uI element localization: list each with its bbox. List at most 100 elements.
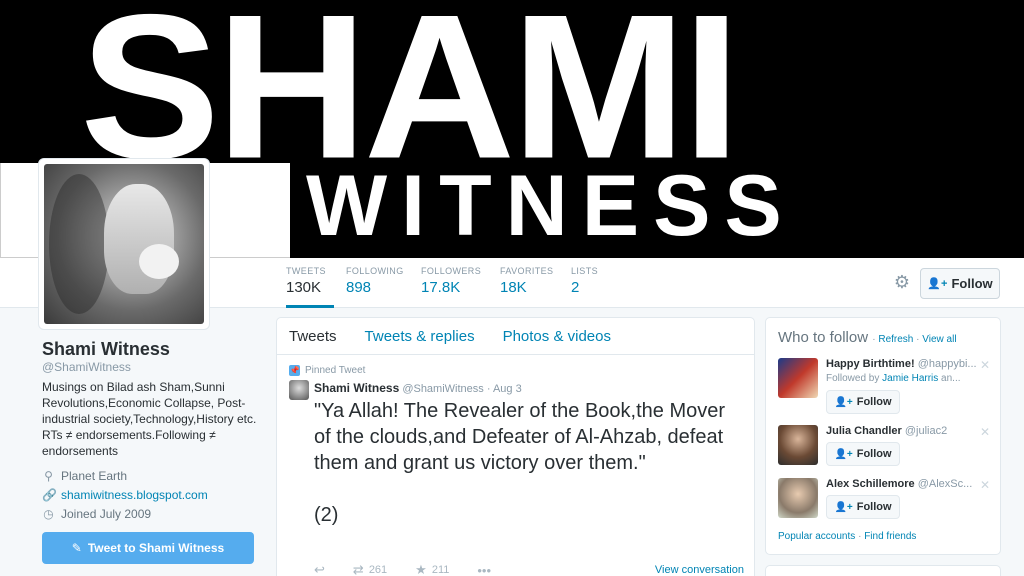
who-to-follow-title: Who to follow xyxy=(778,329,869,346)
stat-label: LISTS xyxy=(571,266,599,276)
tweet-author[interactable]: Shami Witness xyxy=(314,381,399,395)
tab-tweets[interactable]: Tweets xyxy=(289,328,337,345)
followed-by-text: Followed by Jamie Harris an... xyxy=(826,373,976,384)
suggestion-item: Alex Schillemore @AlexSc... ✕ 👤+ Follow xyxy=(778,478,993,530)
profile-handle[interactable]: @ShamiWitness xyxy=(42,360,131,374)
star-icon: ★ xyxy=(415,562,427,576)
profile-name[interactable]: Shami Witness xyxy=(42,339,170,360)
tweet-separator: · xyxy=(486,383,491,395)
separator: · xyxy=(858,531,862,542)
retweet-action[interactable]: ⇄ 261 xyxy=(353,562,387,576)
suggestion-avatar[interactable] xyxy=(778,425,818,465)
more-action[interactable]: ••• xyxy=(477,563,491,576)
gear-icon[interactable]: ⚙ xyxy=(893,273,911,291)
suggestion-name: Alex Schillemore xyxy=(826,478,915,490)
followed-by-suffix: an... xyxy=(941,373,961,384)
profile-website: 🔗 shamiwitness.blogspot.com xyxy=(42,488,208,502)
who-to-follow-header: Who to follow · Refresh · View all xyxy=(778,329,957,346)
profile-location: ⚲ Planet Earth xyxy=(42,469,127,483)
avatar-beard-shape xyxy=(139,244,179,279)
stat-value: 898 xyxy=(346,279,372,296)
suggestion-handle: @juliac2 xyxy=(904,425,948,437)
stat-value: 17.8K xyxy=(421,279,461,296)
pinned-text: Pinned Tweet xyxy=(305,365,366,376)
follow-button[interactable]: 👤+ Follow xyxy=(826,390,900,414)
favorite-count: 211 xyxy=(431,564,450,576)
suggestion-handle: @happybi... xyxy=(917,358,976,370)
reply-action[interactable]: ↩ xyxy=(314,562,325,576)
tweet-handle[interactable]: @ShamiWitness xyxy=(402,383,483,395)
close-icon[interactable]: ✕ xyxy=(980,358,990,372)
stat-label: FOLLOWERS xyxy=(421,266,482,276)
timeline: Tweets Tweets & replies Photos & videos … xyxy=(276,317,755,576)
suggestion-name-row[interactable]: Alex Schillemore @AlexSc... xyxy=(826,478,976,490)
suggestion-avatar[interactable] xyxy=(778,478,818,518)
stat-following[interactable]: FOLLOWING 898 xyxy=(346,266,404,308)
close-icon[interactable]: ✕ xyxy=(980,425,990,439)
profile-joined: ◷ Joined July 2009 xyxy=(42,507,151,521)
view-conversation-link[interactable]: View conversation xyxy=(655,564,744,576)
stat-followers[interactable]: FOLLOWERS 17.8K xyxy=(421,266,481,308)
link-icon: 🔗 xyxy=(42,488,57,502)
favorite-action[interactable]: ★ 211 xyxy=(415,562,449,576)
stat-favorites[interactable]: FAVORITES 18K xyxy=(500,266,553,308)
pin-icon: 📌 xyxy=(289,365,300,376)
profile-avatar[interactable] xyxy=(38,158,210,330)
stat-tweets[interactable]: TWEETS 130K xyxy=(286,266,334,308)
tweet-date[interactable]: Aug 3 xyxy=(493,383,522,395)
stat-value: 18K xyxy=(500,279,527,296)
tweet-to-label: Tweet to Shami Witness xyxy=(87,541,225,555)
stat-label: TWEETS xyxy=(286,266,326,276)
separator: · xyxy=(916,334,920,345)
view-all-link[interactable]: View all xyxy=(922,334,956,345)
tab-tweets-replies[interactable]: Tweets & replies xyxy=(365,328,475,345)
separator: · xyxy=(872,334,876,345)
followed-by-link[interactable]: Jamie Harris xyxy=(882,373,938,384)
tweet-text: "Ya Allah! The Revealer of the Book,the … xyxy=(314,400,726,526)
stat-label: FAVORITES xyxy=(500,266,554,276)
next-module-card xyxy=(765,565,1001,576)
website-link[interactable]: shamiwitness.blogspot.com xyxy=(61,488,208,502)
stat-value: 130K xyxy=(286,279,322,296)
follow-button[interactable]: 👤+ Follow xyxy=(826,442,900,466)
popular-accounts-link[interactable]: Popular accounts xyxy=(778,531,855,542)
followed-by-prefix: Followed by xyxy=(826,373,880,384)
banner-subtitle: WITNESS xyxy=(306,158,796,254)
who-to-follow-footer: Popular accounts · Find friends xyxy=(778,531,916,542)
suggestion-handle: @AlexSc... xyxy=(917,478,973,490)
person-plus-icon: 👤+ xyxy=(834,501,853,513)
tweet-to-button[interactable]: ✎ Tweet to Shami Witness xyxy=(42,532,254,564)
suggestion-name-row[interactable]: Happy Birthtime! @happybi... xyxy=(826,358,976,370)
follow-label: Follow xyxy=(856,501,892,513)
suggestion-name: Julia Chandler xyxy=(826,425,902,437)
follow-button[interactable]: 👤+ Follow xyxy=(920,268,1000,299)
close-icon[interactable]: ✕ xyxy=(980,478,990,492)
person-plus-icon: 👤+ xyxy=(834,448,853,460)
follow-label: Follow xyxy=(856,396,892,408)
find-friends-link[interactable]: Find friends xyxy=(864,531,916,542)
who-to-follow-panel: Who to follow · Refresh · View all Happy… xyxy=(765,317,1001,555)
suggestion-item: Julia Chandler @juliac2 ✕ 👤+ Follow xyxy=(778,425,993,477)
more-dots-icon: ••• xyxy=(477,562,492,576)
retweet-icon: ⇄ xyxy=(352,562,364,576)
follow-button[interactable]: 👤+ Follow xyxy=(826,495,900,519)
refresh-link[interactable]: Refresh xyxy=(878,334,913,345)
suggestion-item: Happy Birthtime! @happybi... Followed by… xyxy=(778,358,993,414)
reply-icon: ↩ xyxy=(314,562,325,576)
who-to-follow-links: · Refresh · View all xyxy=(872,334,956,345)
retweet-count: 261 xyxy=(368,564,388,576)
tab-photos-videos[interactable]: Photos & videos xyxy=(503,328,611,345)
stat-label: FOLLOWING xyxy=(346,266,404,276)
suggestion-avatar[interactable] xyxy=(778,358,818,398)
stat-lists[interactable]: LISTS 2 xyxy=(571,266,598,308)
tweet-avatar[interactable] xyxy=(289,380,309,400)
tweet-header: Shami Witness @ShamiWitness · Aug 3 xyxy=(314,381,522,395)
stat-value: 2 xyxy=(571,279,580,296)
suggestion-name-row[interactable]: Julia Chandler @juliac2 xyxy=(826,425,976,437)
joined-text: Joined July 2009 xyxy=(61,507,152,521)
follow-button-label: Follow xyxy=(951,276,993,291)
tweet-actions: ↩ ⇄ 261 ★ 211 ••• View conversation xyxy=(314,562,744,576)
suggestion-name: Happy Birthtime! xyxy=(826,358,915,370)
follow-label: Follow xyxy=(856,448,892,460)
location-text: Planet Earth xyxy=(61,469,128,483)
